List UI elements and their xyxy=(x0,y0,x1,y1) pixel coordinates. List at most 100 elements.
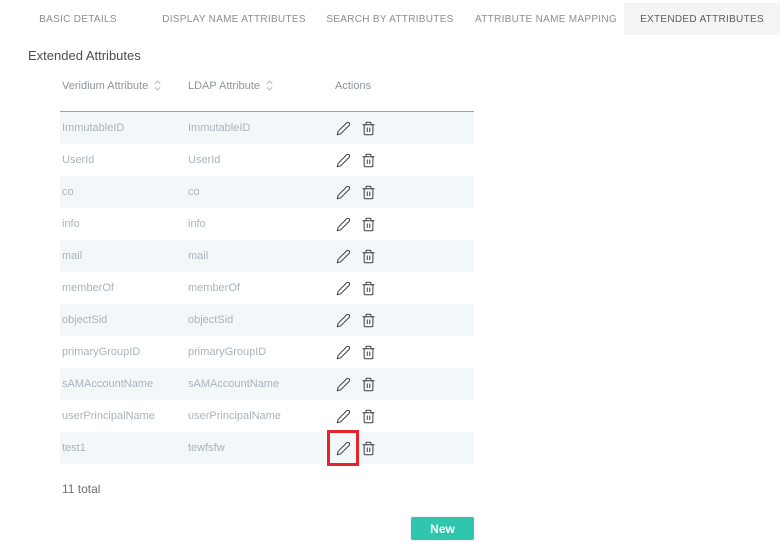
row-actions xyxy=(335,312,474,328)
row-actions xyxy=(335,408,474,424)
table-row: userPrincipalName userPrincipalName xyxy=(60,400,474,432)
tab-basic-details[interactable]: BASIC DETAILS xyxy=(0,3,156,35)
delete-button[interactable] xyxy=(360,344,376,360)
tab-search-by-attributes[interactable]: SEARCH BY ATTRIBUTES xyxy=(312,3,468,35)
sort-icon xyxy=(153,79,162,92)
trash-icon xyxy=(361,217,376,232)
edit-button[interactable] xyxy=(335,344,351,360)
ldap-attribute-cell: primaryGroupID xyxy=(188,346,335,358)
column-header-veridium-attribute[interactable]: Veridium Attribute xyxy=(60,79,188,92)
table-row: co co xyxy=(60,176,474,208)
veridium-attribute-cell: info xyxy=(60,218,188,230)
tab-extended-attributes[interactable]: EXTENDED ATTRIBUTES xyxy=(624,3,780,35)
edit-button[interactable] xyxy=(335,216,351,232)
table-body: ImmutableID ImmutableID UserId UserId xyxy=(60,111,474,464)
page-title: Extended Attributes xyxy=(28,48,780,63)
veridium-attribute-cell: memberOf xyxy=(60,282,188,294)
trash-icon xyxy=(361,313,376,328)
tab-attribute-name-mapping[interactable]: ATTRIBUTE NAME MAPPING xyxy=(468,3,624,35)
pencil-icon xyxy=(336,409,351,424)
column-header-label: Actions xyxy=(335,80,371,92)
edit-button[interactable] xyxy=(335,312,351,328)
trash-icon xyxy=(361,281,376,296)
veridium-attribute-cell: UserId xyxy=(60,154,188,166)
row-actions xyxy=(335,152,474,168)
ldap-attribute-cell: mail xyxy=(188,250,335,262)
veridium-attribute-cell: co xyxy=(60,186,188,198)
ldap-attribute-cell: tewfsfw xyxy=(188,442,335,454)
table-header-row: Veridium Attribute LDAP Attribute Action… xyxy=(60,79,474,111)
row-actions xyxy=(335,344,474,360)
column-header-label: Veridium Attribute xyxy=(62,80,148,92)
edit-button[interactable] xyxy=(335,184,351,200)
table-row: sAMAccountName sAMAccountName xyxy=(60,368,474,400)
delete-button[interactable] xyxy=(360,184,376,200)
row-actions xyxy=(335,120,474,136)
edit-button[interactable] xyxy=(335,152,351,168)
delete-button[interactable] xyxy=(360,376,376,392)
row-actions xyxy=(335,376,474,392)
delete-button[interactable] xyxy=(360,248,376,264)
ldap-attribute-cell: co xyxy=(188,186,335,198)
pencil-icon xyxy=(336,345,351,360)
trash-icon xyxy=(361,185,376,200)
delete-button[interactable] xyxy=(360,120,376,136)
row-actions xyxy=(335,280,474,296)
trash-icon xyxy=(361,153,376,168)
table-row: test1 tewfsfw xyxy=(60,432,474,464)
ldap-attribute-cell: memberOf xyxy=(188,282,335,294)
delete-button[interactable] xyxy=(360,280,376,296)
trash-icon xyxy=(361,249,376,264)
veridium-attribute-cell: ImmutableID xyxy=(60,122,188,134)
ldap-attribute-cell: objectSid xyxy=(188,314,335,326)
veridium-attribute-cell: sAMAccountName xyxy=(60,378,188,390)
pencil-icon xyxy=(336,441,351,456)
table-row: memberOf memberOf xyxy=(60,272,474,304)
delete-button[interactable] xyxy=(360,216,376,232)
veridium-attribute-cell: userPrincipalName xyxy=(60,410,188,422)
tab-bar: BASIC DETAILS DISPLAY NAME ATTRIBUTES SE… xyxy=(0,3,780,35)
pencil-icon xyxy=(336,249,351,264)
ldap-attribute-cell: sAMAccountName xyxy=(188,378,335,390)
table-row: info info xyxy=(60,208,474,240)
footer-actions: New xyxy=(60,517,474,540)
sort-icon xyxy=(265,79,274,92)
table-row: mail mail xyxy=(60,240,474,272)
row-actions xyxy=(335,440,474,456)
pencil-icon xyxy=(336,377,351,392)
delete-button[interactable] xyxy=(360,440,376,456)
edit-button[interactable] xyxy=(335,248,351,264)
trash-icon xyxy=(361,345,376,360)
table-row: primaryGroupID primaryGroupID xyxy=(60,336,474,368)
extended-attributes-table: Veridium Attribute LDAP Attribute Action… xyxy=(60,79,474,464)
ldap-attribute-cell: userPrincipalName xyxy=(188,410,335,422)
total-count-label: 11 total xyxy=(62,482,780,496)
pencil-icon xyxy=(336,313,351,328)
pencil-icon xyxy=(336,217,351,232)
edit-button[interactable] xyxy=(335,280,351,296)
trash-icon xyxy=(361,441,376,456)
row-actions xyxy=(335,248,474,264)
ldap-attribute-cell: info xyxy=(188,218,335,230)
edit-button[interactable] xyxy=(335,408,351,424)
tab-display-name-attributes[interactable]: DISPLAY NAME ATTRIBUTES xyxy=(156,3,312,35)
row-actions xyxy=(335,184,474,200)
delete-button[interactable] xyxy=(360,152,376,168)
edit-button[interactable] xyxy=(335,376,351,392)
new-button[interactable]: New xyxy=(411,517,474,540)
ldap-attribute-cell: UserId xyxy=(188,154,335,166)
pencil-icon xyxy=(336,281,351,296)
table-row: objectSid objectSid xyxy=(60,304,474,336)
pencil-icon xyxy=(336,185,351,200)
column-header-ldap-attribute[interactable]: LDAP Attribute xyxy=(188,79,335,92)
delete-button[interactable] xyxy=(360,408,376,424)
edit-button[interactable] xyxy=(335,440,351,456)
veridium-attribute-cell: primaryGroupID xyxy=(60,346,188,358)
pencil-icon xyxy=(336,153,351,168)
row-actions xyxy=(335,216,474,232)
edit-button[interactable] xyxy=(335,120,351,136)
veridium-attribute-cell: objectSid xyxy=(60,314,188,326)
column-header-label: LDAP Attribute xyxy=(188,80,260,92)
trash-icon xyxy=(361,377,376,392)
delete-button[interactable] xyxy=(360,312,376,328)
